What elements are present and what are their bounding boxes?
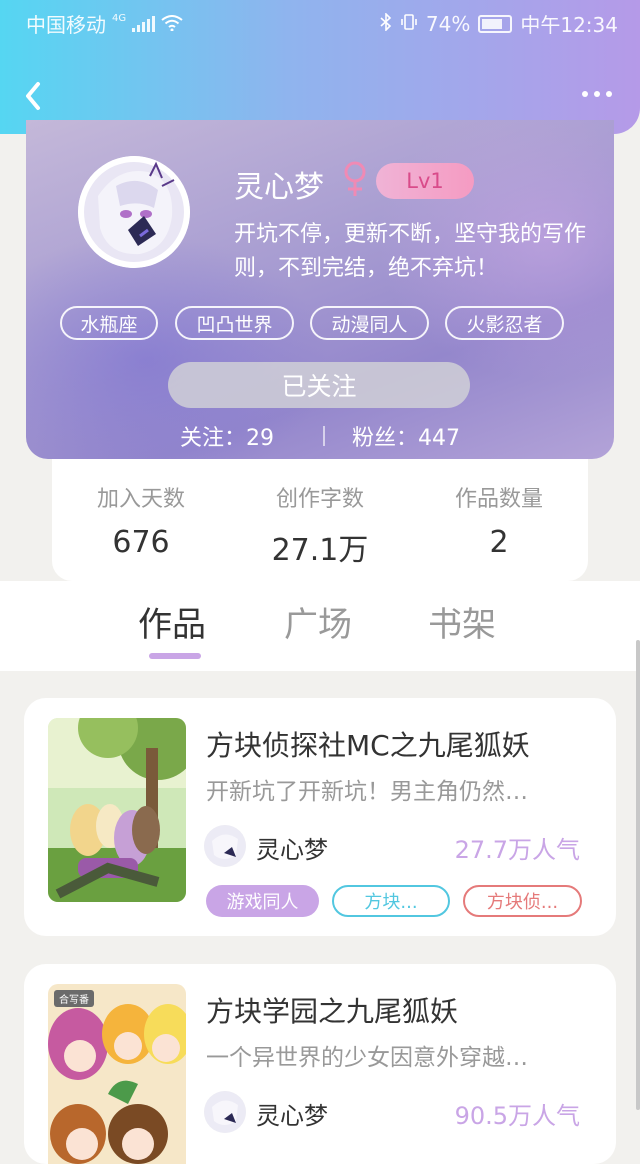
work-card[interactable]: 合写番 方块学园之九尾狐妖 一个异世界的少女因意外穿越… 灵心梦 90.5万人气 (24, 964, 616, 1164)
cover-badge: 合写番 (54, 990, 94, 1007)
author-avatar (204, 825, 246, 867)
level-badge: Lv1 (376, 163, 474, 199)
cover-image (48, 984, 186, 1164)
work-description: 开新坑了开新坑！男主角仍然… (206, 779, 528, 805)
carrier-label: 中国移动 (26, 13, 106, 37)
stat-word-count: 创作字数 27.1万 (231, 481, 409, 569)
tab-works[interactable]: 作品 (138, 597, 206, 646)
following-count[interactable]: 关注：29 (180, 420, 274, 452)
popularity: 27.7万人气 (454, 836, 580, 864)
bio-line-1: 开坑不停，更新不断，坚守我的写作 (234, 222, 587, 247)
more-dots-icon (582, 91, 588, 97)
stat-work-count: 作品数量 2 (410, 481, 588, 560)
profile-tag[interactable]: 水瓶座 (60, 306, 158, 340)
stat-value: 2 (489, 525, 509, 560)
author-name: 灵心梦 (256, 1102, 328, 1130)
user-avatar[interactable] (78, 156, 190, 268)
follow-button[interactable]: 已关注 (168, 362, 470, 408)
cover-image (48, 718, 186, 902)
bluetooth-icon (380, 11, 392, 36)
work-tag[interactable]: 游戏同人 (206, 885, 319, 917)
stat-value: 676 (112, 525, 170, 560)
work-title[interactable]: 方块侦探社MC之九尾狐妖 (206, 724, 530, 764)
signal-icon (132, 15, 156, 32)
author-name: 灵心梦 (256, 836, 328, 864)
divider (323, 426, 325, 446)
wifi-icon (161, 12, 183, 36)
profile-tag[interactable]: 凹凸世界 (175, 306, 294, 340)
popularity: 90.5万人气 (454, 1102, 580, 1130)
work-card[interactable]: 方块侦探社MC之九尾狐妖 开新坑了开新坑！男主角仍然… 灵心梦 27.7万人气 … (24, 698, 616, 936)
female-icon (340, 160, 370, 202)
stat-label: 创作字数 (275, 487, 364, 512)
battery-percent: 74% (425, 11, 471, 36)
tab-indicator (149, 653, 201, 659)
status-bar: 中国移动 4G 74% 中午12:34 (0, 0, 640, 44)
work-description: 一个异世界的少女因意外穿越… (206, 1045, 528, 1071)
profile-tag[interactable]: 动漫同人 (310, 306, 429, 340)
tab-bookshelf[interactable]: 书架 (428, 597, 496, 646)
work-cover[interactable] (48, 718, 186, 902)
tab-bar: 作品 广场 书架 (0, 581, 640, 671)
tab-square[interactable]: 广场 (284, 597, 352, 646)
stats-card: 加入天数 676 创作字数 27.1万 作品数量 2 (52, 459, 588, 581)
back-button[interactable] (18, 78, 50, 114)
stat-label: 加入天数 (96, 487, 185, 512)
username: 灵心梦 (234, 170, 324, 205)
stat-value: 27.1万 (271, 533, 369, 568)
work-cover[interactable]: 合写番 (48, 984, 186, 1164)
time-label: 中午12:34 (520, 13, 618, 37)
avatar-image (78, 156, 190, 268)
stat-label: 作品数量 (454, 487, 543, 512)
work-tag[interactable]: 方块... (332, 885, 450, 917)
network-label: 4G (112, 13, 127, 24)
follow-stats: 关注：29 粉丝：447 (0, 420, 640, 454)
scrollbar[interactable] (636, 640, 640, 1110)
profile-tag[interactable]: 火影忍者 (445, 306, 564, 340)
bio-line-2: 则，不到完结，绝不弃坑！ (234, 256, 499, 281)
work-title[interactable]: 方块学园之九尾狐妖 (206, 990, 458, 1030)
chevron-left-icon (26, 82, 40, 110)
author-avatar (204, 1091, 246, 1133)
stat-join-days: 加入天数 676 (52, 481, 230, 560)
fans-count[interactable]: 粉丝：447 (352, 420, 460, 452)
vibrate-icon (400, 12, 418, 36)
more-button[interactable] (582, 86, 618, 102)
battery-icon (478, 14, 513, 33)
user-bio: 开坑不停，更新不断，坚守我的写作 则，不到完结，绝不弃坑！ (234, 218, 614, 286)
work-tag[interactable]: 方块侦... (463, 885, 582, 917)
